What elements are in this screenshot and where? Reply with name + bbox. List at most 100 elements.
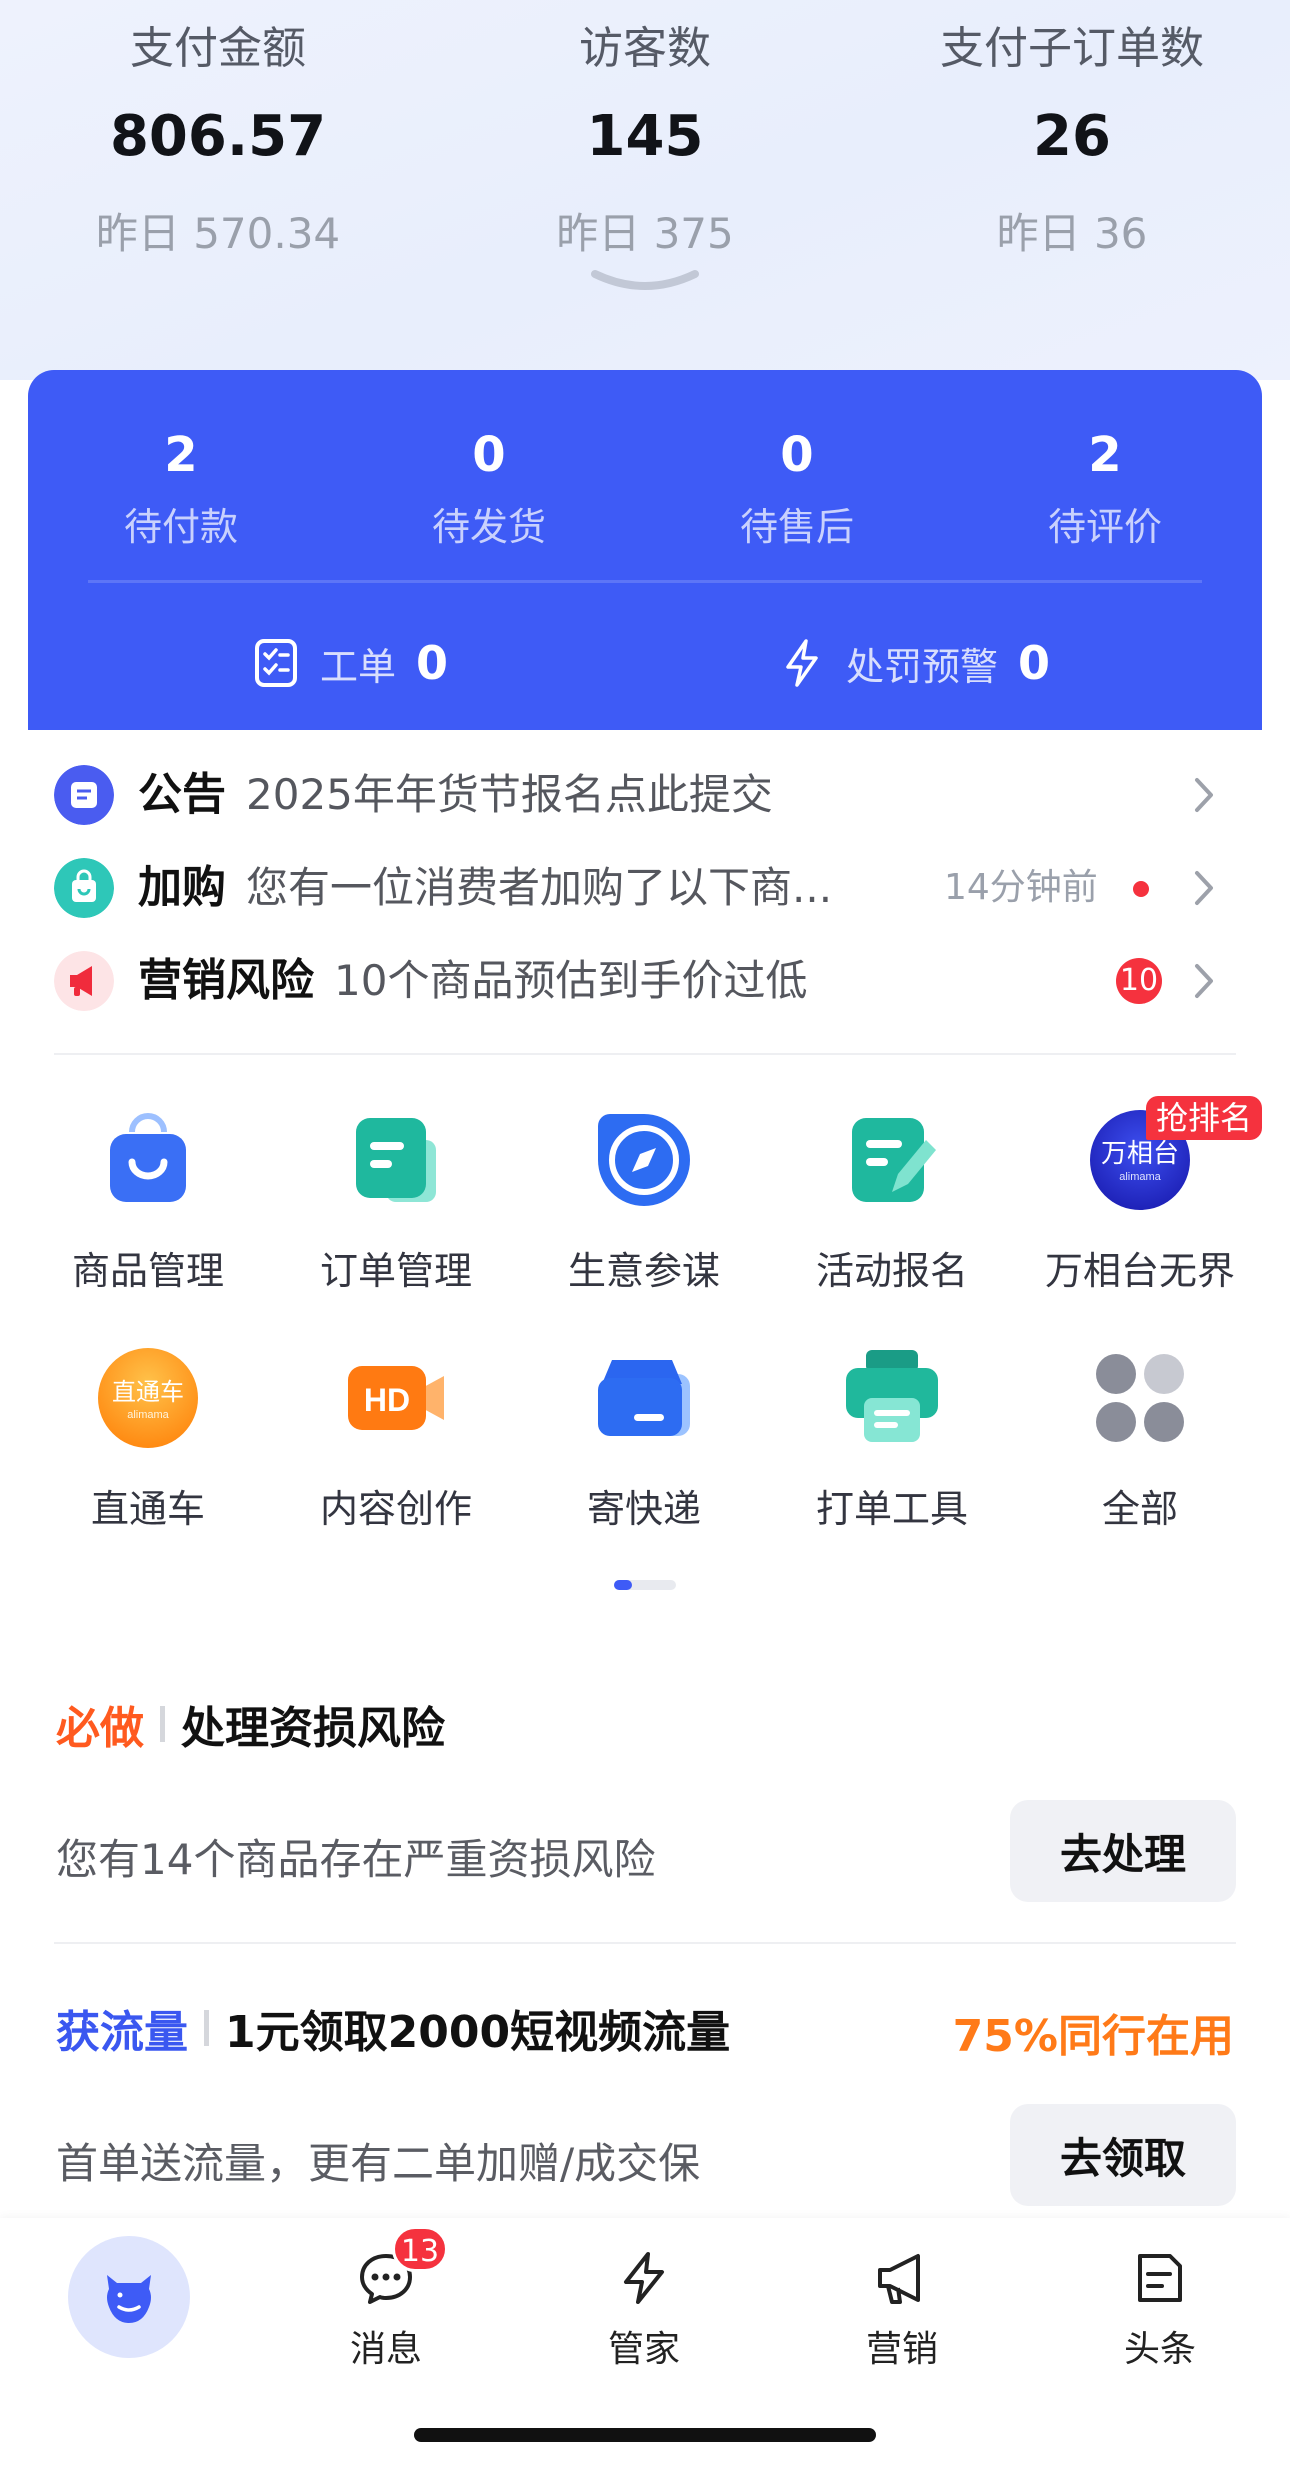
notice-marketing-risk[interactable]: 营销风险 10个商品预估到手价过低 10: [0, 941, 1290, 1021]
notice-title: 公告: [138, 769, 226, 820]
order-after-sales[interactable]: 0 待售后: [644, 420, 950, 551]
section-divider: [54, 1053, 1236, 1055]
task-title: 处理资损风险: [181, 1703, 445, 1754]
task-tag: 获流量: [56, 2007, 188, 2058]
order-pending-payment[interactable]: 2 待付款: [28, 420, 334, 551]
all-apps-icon: [1096, 1354, 1184, 1442]
chevron-right-icon: [1195, 964, 1213, 998]
notice-time: 14分钟前: [944, 867, 1098, 908]
task-title: 1元领取2000短视频流量: [225, 2007, 731, 2058]
task-divider: [54, 1942, 1236, 1944]
stat-label: 支付金额: [130, 23, 306, 74]
tool-label: 寄快递: [586, 1487, 701, 1531]
cow-mascot-icon: [107, 2275, 151, 2323]
promo-tag: 抢排名: [1146, 1096, 1263, 1140]
tool-label: 生意参谋: [567, 1249, 720, 1293]
home-indicator: [414, 2428, 876, 2442]
page-indicator: [614, 1580, 676, 1590]
ticket-count: 0: [416, 636, 449, 690]
tool-label: 万相台无界: [1044, 1249, 1235, 1293]
risk-count-badge: 10: [1116, 958, 1162, 1004]
zhitongche-logo-icon: 直通车 alimama: [98, 1348, 198, 1448]
tab-label: 头条: [1123, 2329, 1196, 2370]
lightning-icon: [624, 2252, 664, 2304]
tool-label: 直通车: [90, 1487, 205, 1531]
order-doc-icon: [356, 1118, 436, 1202]
order-label: 待付款: [123, 505, 238, 549]
stat-label: 访客数: [579, 23, 711, 74]
order-count: 2: [1088, 427, 1122, 483]
home-tab[interactable]: [68, 2236, 190, 2358]
logo-text: 直通车: [112, 1379, 184, 1406]
chevron-right-icon: [1195, 871, 1213, 905]
chevron-right-icon: [1195, 778, 1213, 812]
ticket-label: 处罚预警: [846, 644, 999, 689]
handle-risk-button[interactable]: 去处理: [1010, 1800, 1236, 1902]
order-count: 0: [472, 427, 506, 483]
logo-text: 万相台: [1101, 1138, 1179, 1168]
printer-icon: [846, 1350, 938, 1442]
unread-dot: [1133, 881, 1149, 897]
stat-value: 145: [586, 104, 704, 169]
tab-label: 消息: [349, 2329, 422, 2370]
notice-body: 2025年年货节报名点此提交: [246, 770, 773, 819]
tab-label: 营销: [865, 2329, 938, 2370]
stats-panel: 支付金额 806.57 昨日 570.34 访客数 145 昨日 375 支付子…: [0, 0, 1290, 380]
news-icon: [1138, 2254, 1182, 2302]
peer-usage-label: 75%同行在用: [952, 2011, 1234, 2062]
order-pending-shipment[interactable]: 0 待发货: [336, 420, 642, 551]
stat-yesterday: 昨日 570.34: [95, 209, 341, 258]
announcement-icon: [54, 765, 114, 825]
compass-icon: [598, 1114, 690, 1206]
express-box-icon: [598, 1360, 690, 1436]
tool-label: 内容创作: [319, 1487, 472, 1531]
notice-announcement[interactable]: 公告 2025年年货节报名点此提交: [0, 755, 1290, 835]
notice-body: 您有一位消费者加购了以下商...: [246, 863, 833, 912]
stat-yesterday: 昨日 36: [996, 209, 1148, 258]
notice-body: 10个商品预估到手价过低: [334, 956, 808, 1005]
notice-title: 加购: [138, 862, 226, 913]
penalty-warning-link[interactable]: 处罚预警 0: [780, 628, 1050, 698]
notice-add-to-cart[interactable]: 加购 您有一位消费者加购了以下商... 14分钟前: [0, 848, 1290, 928]
order-count: 2: [164, 427, 198, 483]
megaphone-icon: [54, 951, 114, 1011]
tool-label: 全部: [1101, 1487, 1178, 1531]
tool-label: 打单工具: [815, 1487, 968, 1531]
lightning-icon: [786, 639, 818, 687]
order-pending-review[interactable]: 2 待评价: [952, 420, 1258, 551]
order-label: 待售后: [739, 505, 854, 549]
tab-label: 管家: [607, 2329, 680, 2370]
order-label: 待评价: [1047, 505, 1162, 549]
notice-title: 营销风险: [138, 955, 314, 1006]
edit-doc-icon: [852, 1118, 936, 1202]
logo-sub-text: alimama: [127, 1409, 169, 1421]
order-label: 待发货: [431, 505, 546, 549]
ticket-label: 工单: [320, 644, 397, 689]
work-order-link[interactable]: 工单 0: [254, 628, 448, 698]
task-tag: 必做: [56, 1703, 144, 1754]
order-status-card: 2 待付款 0 待发货 0 待售后 2 待评价 工单 0 处罚预警 0: [28, 370, 1262, 730]
task-header-risk: 必做 处理资损风险: [56, 1694, 445, 1754]
shopping-bag-icon: [54, 858, 114, 918]
ticket-count: 0: [1018, 636, 1051, 690]
product-bag-icon: [110, 1113, 186, 1202]
claim-traffic-button[interactable]: 去领取: [1010, 2104, 1236, 2206]
stat-value: 26: [1033, 104, 1111, 169]
hd-video-icon: HD: [348, 1366, 444, 1430]
task-header-traffic: 获流量 1元领取2000短视频流量: [56, 1998, 730, 2058]
expand-chevron-icon[interactable]: [589, 268, 701, 294]
stat-value: 806.57: [109, 104, 327, 169]
stat-yesterday: 昨日 375: [556, 209, 734, 258]
task-description: 您有14个商品存在严重资损风险: [56, 1835, 656, 1884]
tool-label: 活动报名: [815, 1249, 968, 1293]
task-description: 首单送流量，更有二单加赠/成交保: [56, 2139, 701, 2188]
logo-sub-text: alimama: [1119, 1171, 1161, 1183]
tool-label: 商品管理: [71, 1249, 224, 1293]
task-tag-divider: [204, 2010, 209, 2046]
ticket-icon: [255, 639, 297, 687]
tool-label: 订单管理: [319, 1249, 472, 1293]
card-divider: [88, 580, 1202, 583]
hd-text: HD: [364, 1382, 410, 1418]
megaphone-icon: [878, 2254, 920, 2304]
stat-label: 支付子订单数: [940, 23, 1204, 74]
